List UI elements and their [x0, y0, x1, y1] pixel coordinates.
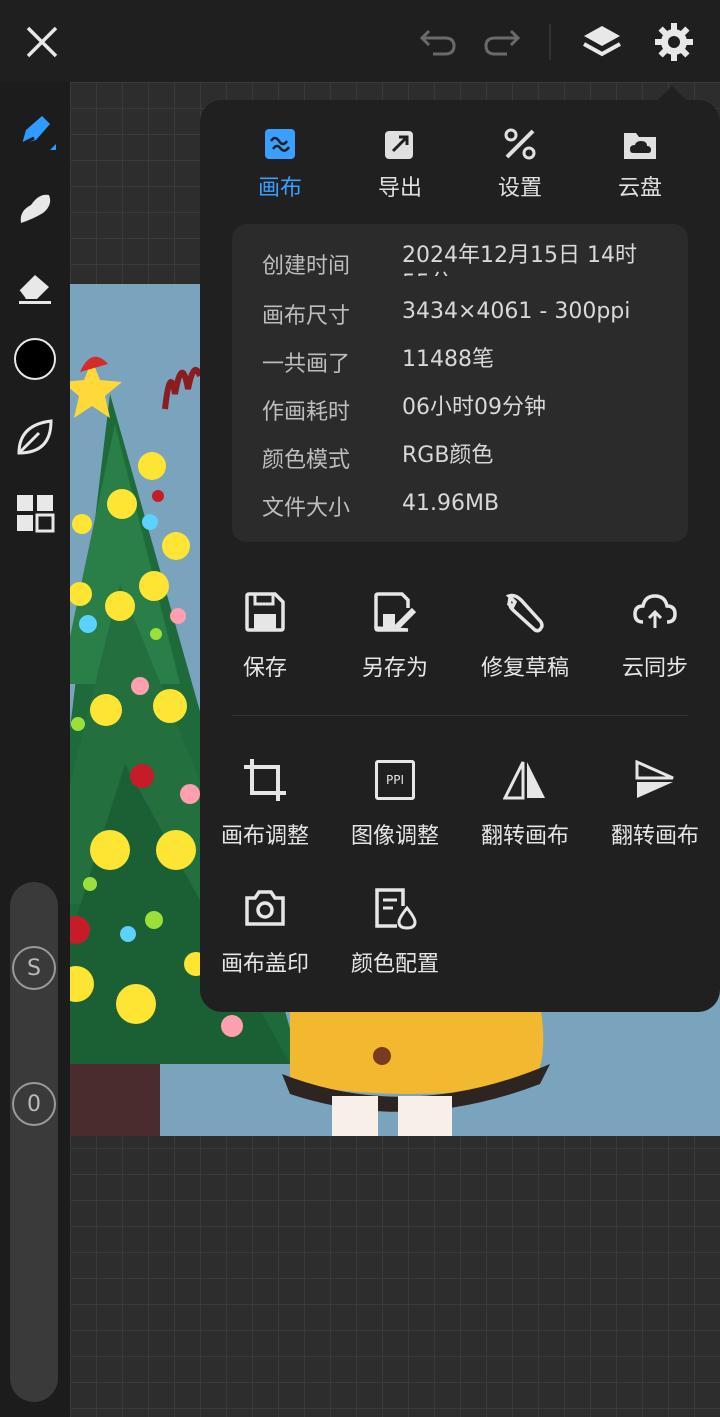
save-as-button[interactable]: 另存为: [330, 586, 460, 696]
action-label: 颜色配置: [350, 952, 439, 977]
leaf-icon[interactable]: [10, 412, 60, 462]
undo-icon[interactable]: [414, 18, 462, 66]
tab-label: 画布: [257, 176, 302, 201]
action-label: 修复草稿: [480, 656, 569, 681]
smudge-icon[interactable]: [10, 182, 60, 232]
info-key: 创建时间: [262, 254, 351, 279]
tab-export[interactable]: 导出: [340, 124, 460, 204]
canvas-adjust-button[interactable]: 画布调整: [200, 754, 330, 864]
tab-label: 导出: [377, 176, 422, 201]
color-swatch[interactable]: [10, 334, 60, 384]
action-label: 图像调整: [350, 824, 439, 849]
action-label: 另存为: [361, 656, 428, 681]
info-row-strokes: 一共画了 11488笔: [262, 346, 682, 386]
crop-icon: [239, 754, 291, 806]
section-divider: [232, 715, 688, 716]
info-key: 颜色模式: [262, 448, 351, 473]
cloud-sync-button[interactable]: 云同步: [590, 586, 720, 696]
eraser-icon[interactable]: [10, 260, 60, 310]
ppi-icon: PPI: [369, 754, 421, 806]
info-value: 41.96MB: [402, 491, 500, 516]
toolbar-divider: [549, 24, 551, 60]
color-config-button[interactable]: 颜色配置: [330, 882, 460, 992]
ppi-badge: PPI: [375, 760, 415, 800]
canvas-info-box: 创建时间 2024年12月15日 14时55分 画布尺寸 3434×4061 -…: [232, 224, 688, 542]
info-value: RGB颜色: [402, 443, 494, 468]
canvas-stamp-button[interactable]: 画布盖印: [200, 882, 330, 992]
gear-icon[interactable]: [650, 18, 698, 66]
info-value: 2024年12月15日 14时55分: [402, 243, 637, 276]
cloud-sync-icon: [629, 586, 681, 638]
grid-icon[interactable]: [10, 488, 60, 538]
action-label: 画布调整: [220, 824, 309, 849]
close-icon[interactable]: [18, 18, 66, 66]
canvas-info-panel: 画布 导出 设置 云盘 创建时间 2024年12月15日 14时55分 画布尺寸…: [200, 86, 720, 1012]
action-label: 画布盖印: [220, 952, 309, 977]
top-bar: [0, 0, 720, 82]
flip-vertical-icon: [629, 754, 681, 806]
left-toolbar: S 0: [0, 82, 70, 1417]
pen-icon[interactable]: [10, 106, 60, 156]
save-as-icon: [369, 586, 421, 638]
redo-icon[interactable]: [478, 18, 526, 66]
flip-vertical-button[interactable]: 翻转画布: [590, 754, 720, 864]
info-row-color-mode: 颜色模式 RGB颜色: [262, 442, 682, 482]
image-adjust-button[interactable]: PPI 图像调整: [330, 754, 460, 864]
tools-icon: [500, 124, 540, 164]
camera-icon: [239, 882, 291, 934]
action-label: 翻转画布: [480, 824, 569, 849]
tab-label: 云盘: [617, 176, 662, 201]
info-key: 一共画了: [262, 352, 351, 377]
s-button[interactable]: S: [12, 946, 56, 990]
info-key: 作画耗时: [262, 400, 351, 425]
export-icon: [380, 124, 420, 164]
info-value: 06小时09分钟: [402, 395, 546, 420]
color-config-icon: [369, 882, 421, 934]
cloud-folder-icon: [620, 124, 660, 164]
info-row-created: 创建时间 2024年12月15日 14时55分: [262, 243, 682, 288]
info-value: 11488笔: [402, 347, 494, 372]
info-key: 文件大小: [262, 496, 351, 521]
info-key: 画布尺寸: [262, 304, 351, 329]
action-label: 保存: [242, 656, 287, 681]
tab-settings[interactable]: 设置: [460, 124, 580, 204]
tab-label: 设置: [497, 176, 542, 201]
flip-horizontal-button[interactable]: 翻转画布: [460, 754, 590, 864]
info-row-size: 画布尺寸 3434×4061 - 300ppi: [262, 298, 682, 338]
flip-horizontal-icon: [499, 754, 551, 806]
info-row-file-size: 文件大小 41.96MB: [262, 490, 682, 530]
wrench-icon: [499, 586, 551, 638]
zero-button[interactable]: 0: [12, 1082, 56, 1126]
info-row-duration: 作画耗时 06小时09分钟: [262, 394, 682, 434]
action-label: 翻转画布: [610, 824, 699, 849]
tab-cloud-drive[interactable]: 云盘: [580, 124, 700, 204]
canvas-icon: [260, 124, 300, 164]
layers-icon[interactable]: [578, 18, 626, 66]
repair-draft-button[interactable]: 修复草稿: [460, 586, 590, 696]
action-label: 云同步: [621, 656, 688, 681]
save-icon: [239, 586, 291, 638]
tab-canvas[interactable]: 画布: [220, 124, 340, 204]
save-button[interactable]: 保存: [200, 586, 330, 696]
info-value: 3434×4061 - 300ppi: [402, 299, 631, 324]
